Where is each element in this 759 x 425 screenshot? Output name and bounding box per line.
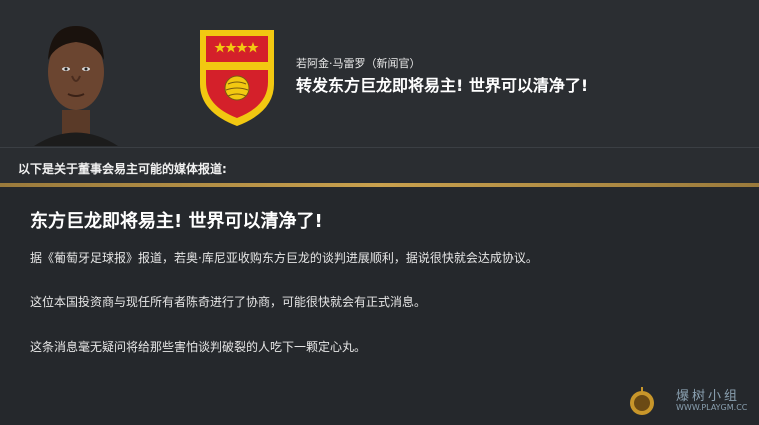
press-officer-avatar (34, 26, 118, 146)
section-label: 以下是关于董事会易主可能的媒体报道: (18, 162, 227, 176)
watermark-text: 爆树小组 (676, 389, 741, 404)
article-paragraph: 这位本国投资商与现任所有者陈奇进行了协商，可能很快就会有正式消息。 (30, 295, 427, 309)
article-paragraph: 这条消息毫无疑问将给那些害怕谈判破裂的人吃下一颗定心丸。 (30, 340, 367, 354)
article-title: 东方巨龙即将易主! 世界可以清净了! (30, 211, 323, 232)
watermark-url: WWW.PLAYGM.CC (676, 403, 748, 412)
article-paragraph: 据《葡萄牙足球报》报道，若奥·库尼亚收购东方巨龙的谈判进展顺利，据说很快就会达成… (30, 251, 538, 265)
news-header: 若阿金·马雷罗（新闻官） 转发东方巨龙即将易主! 世界可以清净了! (0, 0, 759, 148)
club-crest-icon (200, 30, 274, 126)
watermark: 爆树小组 WWW.PLAYGM.CC (626, 383, 756, 419)
watermark-logo-icon (630, 387, 654, 415)
sender-name: 若阿金·马雷罗（新闻官） (296, 57, 421, 70)
header-divider (0, 147, 759, 148)
news-headline: 转发东方巨龙即将易主! 世界可以清净了! (296, 76, 589, 95)
